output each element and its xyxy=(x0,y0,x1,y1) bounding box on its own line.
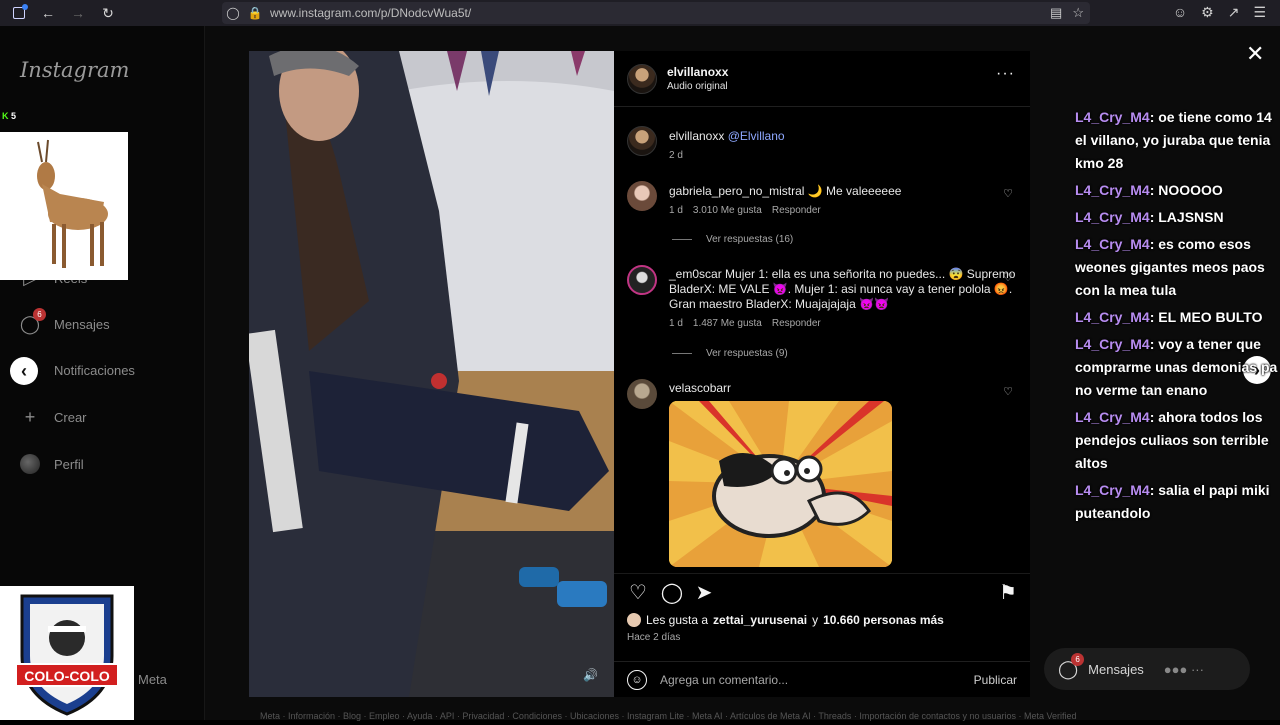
reply-button[interactable]: Responder xyxy=(772,318,821,329)
author-username[interactable]: elvillanoxx xyxy=(667,65,728,79)
chat-message: L4_Cry_M4: ahora todos los pendejos culi… xyxy=(1075,409,1269,471)
address-bar[interactable]: ◯ 🔒 www.instagram.com/p/DNodcvWua5t/ ▤ ☆ xyxy=(222,2,1090,24)
add-comment-bar: ☺ Agrega un comentario... Publicar xyxy=(614,661,1030,697)
messenger-icon: ◯ 6 xyxy=(20,308,46,334)
caption: elvillanoxx @Elvillano 2 d xyxy=(627,126,1019,161)
meta-label: Meta xyxy=(138,672,167,687)
sidebar-item-create[interactable]: + Crear xyxy=(20,407,87,427)
comment-age: 1 d xyxy=(669,205,683,216)
emoji-icon[interactable]: ☺ xyxy=(627,669,647,690)
kick-viewer-count: K 5 xyxy=(2,111,17,121)
avatar-stack: ●●● ··· xyxy=(1163,661,1204,677)
comment-icon[interactable]: ◯ xyxy=(660,580,684,604)
volume-icon[interactable]: 🔊 xyxy=(583,668,598,682)
shield-icon[interactable]: ◯ xyxy=(222,6,244,20)
comment-likes[interactable]: 3.010 Me gusta xyxy=(693,205,762,216)
liker-avatar xyxy=(627,613,641,627)
close-icon[interactable]: ✕ xyxy=(1246,41,1264,67)
commenter-avatar[interactable] xyxy=(627,265,657,295)
more-options-icon[interactable]: ··· xyxy=(996,65,1015,83)
view-replies-button[interactable]: Ver respuestas (9) xyxy=(672,348,788,359)
colo-colo-crest: COLO-COLO xyxy=(0,586,134,720)
chat-message: L4_Cry_M4: voy a tener que comprarme una… xyxy=(1075,336,1278,398)
publish-button[interactable]: Publicar xyxy=(974,673,1017,687)
chat-message: L4_Cry_M4: EL MEO BULTO xyxy=(1075,309,1263,325)
chat-message: L4_Cry_M4: es como esos weones gigantes … xyxy=(1075,236,1265,298)
author-avatar[interactable] xyxy=(627,63,657,94)
comment-item: velascobarr ♡ xyxy=(627,379,1019,409)
bookmark-star-icon[interactable]: ☆ xyxy=(1072,5,1084,21)
reel-video[interactable]: 🔊 xyxy=(249,51,614,697)
deer-image xyxy=(0,132,128,280)
sidebar-item-label: Crear xyxy=(54,409,87,425)
caption-age: 2 d xyxy=(669,150,683,161)
save-bookmark-icon[interactable]: ⚑ xyxy=(996,580,1020,604)
audio-label[interactable]: Audio original xyxy=(667,81,728,92)
account-icon[interactable]: ☺ xyxy=(1173,4,1187,21)
like-icon[interactable]: ♡ xyxy=(626,580,650,604)
chat-message: L4_Cry_M4: oe tiene como 14 el villano, … xyxy=(1075,109,1272,171)
chat-message: L4_Cry_M4: LAJSNSN xyxy=(1075,209,1224,225)
commenter-avatar[interactable] xyxy=(627,181,657,211)
share-paper-plane-icon[interactable]: ➤ xyxy=(692,580,716,604)
sidebar-item-messages[interactable]: ◯ 6 Mensajes xyxy=(20,308,110,334)
post-actions: ♡ ◯ ➤ ⚑ xyxy=(614,573,1030,604)
tab-overview-icon[interactable] xyxy=(13,4,28,19)
post-header: elvillanoxx Audio original ··· xyxy=(614,51,1030,107)
comment-age: 1 d xyxy=(669,318,683,329)
team-name: COLO-COLO xyxy=(24,668,110,684)
caption-username[interactable]: elvillanoxx xyxy=(669,129,724,143)
instagram-logo[interactable]: Instagram xyxy=(20,58,129,82)
comment-text: 🌙 Me valeeeeee xyxy=(807,184,902,198)
sidebar-item-profile[interactable]: Perfil xyxy=(20,454,84,474)
reader-view-icon[interactable]: ▤ xyxy=(1050,5,1062,21)
likes-summary[interactable]: Les gusta a zettai_yurusenai y 10.660 pe… xyxy=(627,613,944,627)
menu-icon[interactable]: ☰ xyxy=(1253,4,1266,21)
sidebar-item-label: Perfil xyxy=(54,456,84,472)
comment-item: _em0scar Mujer 1: ella es una señorita n… xyxy=(627,265,1019,329)
stream-chat: L4_Cry_M4: oe tiene como 14 el villano, … xyxy=(1075,106,1280,529)
chat-message: L4_Cry_M4: salia el papi miki puteandolo xyxy=(1075,482,1270,521)
comment-gif[interactable] xyxy=(669,401,892,567)
chat-message: L4_Cry_M4: NOOOOO xyxy=(1075,182,1223,198)
reply-button[interactable]: Responder xyxy=(772,205,821,216)
messages-pill-label: Mensajes xyxy=(1088,661,1144,677)
post-panel: elvillanoxx Audio original ··· elvillano… xyxy=(614,51,1030,697)
comment-username[interactable]: velascobarr xyxy=(669,381,731,395)
back-arrow-icon[interactable]: ← xyxy=(33,0,63,26)
forward-arrow-icon[interactable]: → xyxy=(63,0,93,26)
commenter-avatar[interactable] xyxy=(627,379,657,409)
sidebar-item-label: Mensajes xyxy=(54,316,110,332)
browser-toolbar: ← → ↻ ◯ 🔒 www.instagram.com/p/DNodcvWua5… xyxy=(0,0,1280,26)
plus-icon: + xyxy=(24,406,36,427)
reload-icon[interactable]: ↻ xyxy=(93,0,123,26)
messages-badge: 6 xyxy=(33,308,46,321)
avatar-icon xyxy=(20,454,40,474)
comment-item: gabriela_pero_no_mistral 🌙 Me valeeeeee … xyxy=(627,181,1019,216)
url-text[interactable]: www.instagram.com/p/DNodcvWua5t/ xyxy=(270,6,471,20)
comment-likes[interactable]: 1.487 Me gusta xyxy=(693,318,762,329)
caption-avatar[interactable] xyxy=(627,126,657,156)
comment-username[interactable]: _em0scar xyxy=(669,267,722,281)
comment-username[interactable]: gabriela_pero_no_mistral xyxy=(669,184,804,198)
caption-mention[interactable]: @Elvillano xyxy=(728,129,785,143)
liker-username[interactable]: zettai_yurusenai xyxy=(713,613,807,627)
comment-like-icon[interactable]: ♡ xyxy=(1003,187,1013,200)
messages-pill[interactable]: ◯ 6 Mensajes ●●● ··· xyxy=(1044,648,1250,690)
share-icon[interactable]: ↗ xyxy=(1228,4,1240,21)
previous-post-button[interactable]: ‹ xyxy=(10,357,38,385)
comment-like-icon[interactable]: ♡ xyxy=(1003,385,1013,398)
extensions-icon[interactable]: ⚙ xyxy=(1201,4,1214,21)
comment-input[interactable]: Agrega un comentario... xyxy=(660,673,788,687)
sidebar-item-label: Notificaciones xyxy=(54,362,135,378)
likes-count[interactable]: 10.660 personas más xyxy=(823,613,944,627)
comment-like-icon[interactable]: ♡ xyxy=(1003,271,1013,284)
post-age: Hace 2 días xyxy=(627,632,681,643)
lock-icon[interactable]: 🔒 xyxy=(244,6,266,20)
messenger-icon: ◯ 6 xyxy=(1058,652,1085,680)
view-replies-button[interactable]: Ver respuestas (16) xyxy=(672,234,793,245)
